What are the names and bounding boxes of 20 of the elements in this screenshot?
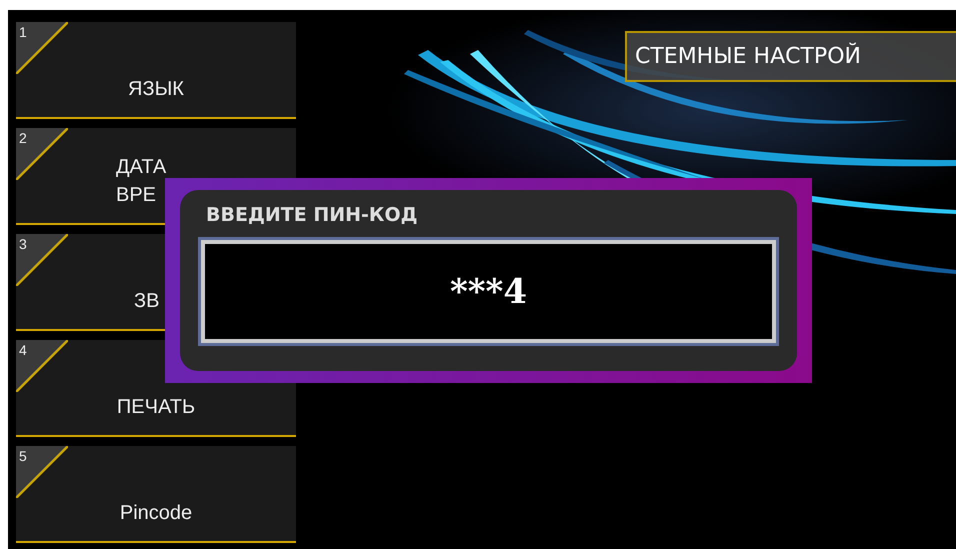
corner-icon (16, 446, 68, 498)
menu-label: ПЕЧАТЬ (116, 395, 196, 420)
menu-label: ЗВ (134, 289, 160, 314)
menu-label: ЯЗЫК (128, 77, 184, 102)
menu-number: 1 (19, 25, 27, 39)
menu-label: ВРЕ (116, 183, 156, 208)
corner-icon (16, 128, 68, 180)
menu-button[interactable]: 5 Pincode (16, 446, 296, 543)
corner-icon (16, 340, 68, 392)
menu-button[interactable]: 1 ЯЗЫК (16, 22, 296, 119)
menu-number: 4 (19, 343, 27, 357)
pin-field[interactable]: ***4 (201, 240, 776, 343)
menu-label: Pincode (120, 501, 192, 526)
corner-icon (16, 234, 68, 286)
menu-number: 5 (19, 449, 27, 463)
corner-icon (16, 22, 68, 74)
screen-title: СТЕМНЫЕ НАСТРОЙ (635, 44, 861, 69)
menu-number: 3 (19, 237, 27, 251)
menu-label: ДАТА (116, 155, 166, 180)
menu-number: 2 (19, 131, 27, 145)
